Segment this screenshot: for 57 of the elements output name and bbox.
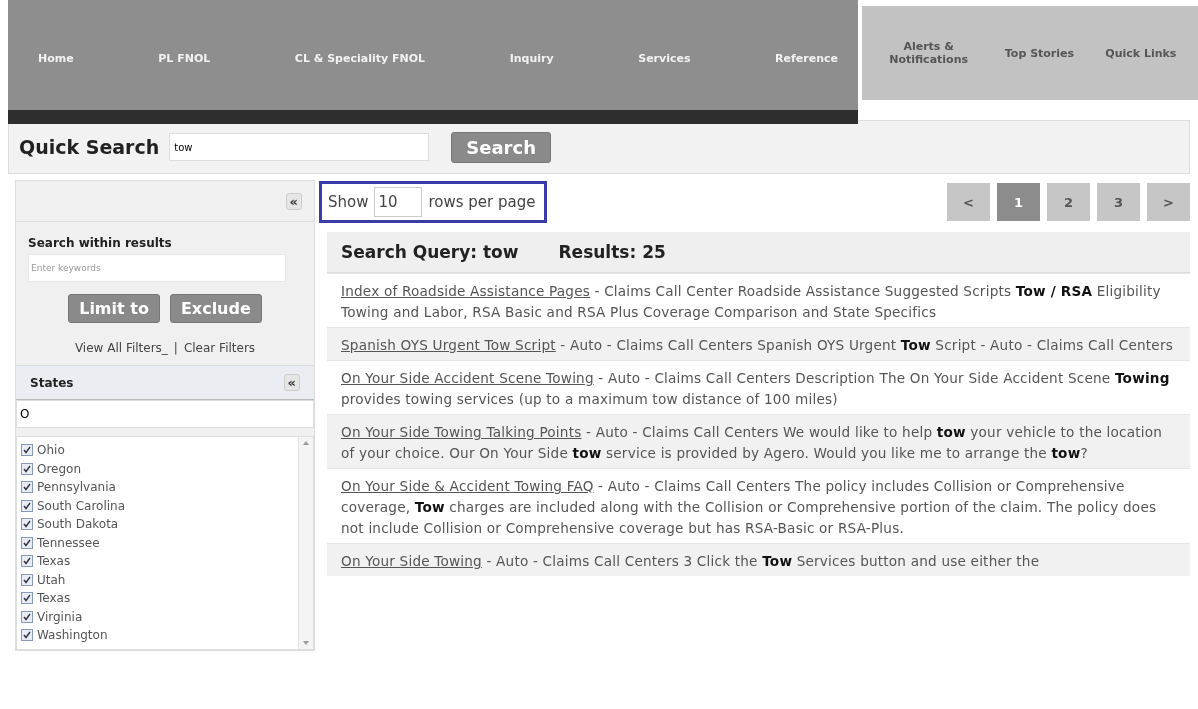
search-within-label: Search within results <box>28 236 173 250</box>
scroll-up-icon[interactable] <box>303 441 309 445</box>
results-count: Results: 25 <box>558 242 666 262</box>
states-title: States <box>30 375 74 390</box>
checkbox[interactable] <box>21 629 33 642</box>
state-option[interactable]: Texas <box>21 552 298 571</box>
page-button[interactable]: 2 <box>1047 183 1090 221</box>
nav-item[interactable]: Alerts & Notifications <box>883 40 974 66</box>
quick-search-label: Quick Search <box>19 136 160 158</box>
checkbox[interactable] <box>21 444 33 457</box>
clear-filters-link[interactable]: Clear Filters <box>183 341 256 355</box>
rows-per-page-field[interactable]: 10 <box>374 187 423 217</box>
result-text: On Your Side Towing - Auto - Claims Call Centers 3 Click the Tow Services button and use either the <box>327 543 1190 576</box>
nav-item[interactable]: Top Stories <box>1004 46 1075 60</box>
checkbox[interactable] <box>21 462 33 475</box>
result-link[interactable]: On Your Side Towing Talking Points <box>341 424 582 440</box>
checkbox[interactable] <box>21 518 33 531</box>
result-link[interactable]: On Your Side Towing <box>341 553 482 569</box>
page-button[interactable]: 3 <box>1097 183 1140 221</box>
state-option[interactable]: South Carolina <box>21 496 298 515</box>
result-link[interactable]: On Your Side & Accident Towing FAQ <box>341 478 594 494</box>
state-option[interactable]: Texas <box>21 589 298 608</box>
page-button[interactable]: > <box>1147 183 1190 221</box>
checkbox[interactable] <box>21 573 33 586</box>
scroll-down-icon[interactable] <box>303 641 309 645</box>
state-filter-field[interactable]: O <box>16 400 314 428</box>
state-option[interactable]: Pennsylvania <box>21 478 298 497</box>
result-link[interactable]: Index of Roadside Assistance Pages <box>341 283 590 299</box>
view-all-filters-link[interactable]: View All Filters_ <box>74 341 168 355</box>
checkbox[interactable] <box>21 592 33 605</box>
checkbox[interactable] <box>21 481 33 494</box>
search-field[interactable]: tow <box>169 133 430 161</box>
nav-item[interactable]: Quick Links <box>1105 46 1177 60</box>
checkbox[interactable] <box>21 555 33 568</box>
state-option[interactable]: Washington <box>21 626 298 645</box>
result-text: On Your Side Towing Talking Points - Auto - Claims Call Centers We would like to help tow your vehicle to the location of your choice. Our On Your Side tow service is provided by Agero. Would you like me to arrange the tow? <box>327 414 1190 468</box>
checkbox[interactable] <box>21 610 33 623</box>
checkbox[interactable] <box>21 536 33 549</box>
show-label: Show <box>328 193 369 211</box>
keyword-field[interactable]: Enter keywords <box>28 254 286 282</box>
result-link[interactable]: On Your Side Accident Scene Towing <box>341 370 594 386</box>
collapse-button[interactable]: « <box>285 192 302 210</box>
result-text: Spanish OYS Urgent Tow Script - Auto - Claims Call Centers Spanish OYS Urgent Tow Script - Auto - Claims Call Centers <box>327 327 1190 360</box>
state-option[interactable]: Virginia <box>21 607 298 626</box>
state-option[interactable]: Ohio <box>21 441 298 460</box>
checkbox[interactable] <box>21 499 33 512</box>
state-option[interactable]: Tennessee <box>21 533 298 552</box>
state-option[interactable]: Oregon <box>21 459 298 478</box>
search-query: Search Query: tow <box>341 242 519 262</box>
state-option[interactable]: South Dakota <box>21 515 298 534</box>
scrollbar[interactable] <box>298 437 313 649</box>
rows-per-page-label: rows per page <box>428 193 536 211</box>
state-option[interactable]: Utah <box>21 570 298 589</box>
collapse-button[interactable]: « <box>283 374 300 391</box>
result-link[interactable]: Spanish OYS Urgent Tow Script <box>341 337 556 353</box>
page-button[interactable]: < <box>947 183 990 221</box>
separator: | <box>173 341 178 355</box>
